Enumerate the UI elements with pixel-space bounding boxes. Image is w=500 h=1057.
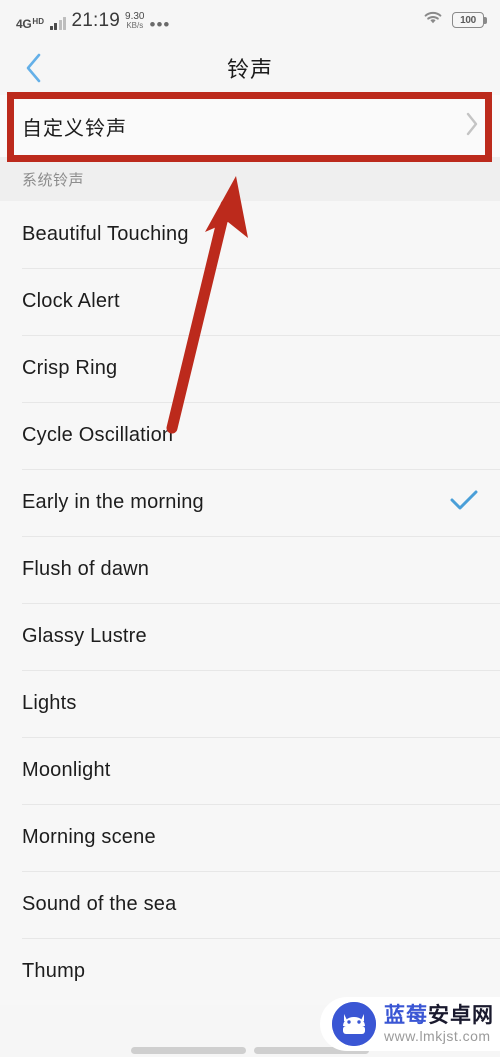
ringtone-row[interactable]: Thump xyxy=(0,938,500,1005)
ringtone-name: Clock Alert xyxy=(22,290,120,312)
ringtone-name: Sound of the sea xyxy=(22,893,177,915)
custom-ringtone-section: 自定义铃声 xyxy=(0,92,500,162)
section-header-label: 系统铃声 xyxy=(22,171,85,189)
status-bar: 4G HD 21:19 9.30 KB/s ••• 100 xyxy=(0,0,500,40)
ringtone-name: Early in the morning xyxy=(22,491,204,513)
ringtone-row[interactable]: Crisp Ring xyxy=(0,335,500,402)
ringtone-row[interactable]: Moonlight xyxy=(0,737,500,804)
ringtone-name: Moonlight xyxy=(22,759,111,781)
status-bar-left: 4G HD 21:19 9.30 KB/s ••• xyxy=(16,9,171,34)
ringtone-name: Thump xyxy=(22,960,86,982)
ringtone-row[interactable]: Early in the morning xyxy=(0,469,500,536)
watermark-site-name-dark: 安卓网 xyxy=(428,1004,494,1027)
network-indicator: 4G HD xyxy=(16,16,44,31)
battery-indicator: 100 xyxy=(452,12,487,28)
ringtone-row[interactable]: Glassy Lustre xyxy=(0,603,500,670)
back-button[interactable] xyxy=(14,49,52,87)
ringtone-row[interactable]: Flush of dawn xyxy=(0,536,500,603)
title-bar: 铃声 xyxy=(0,40,500,95)
ringtone-name: Lights xyxy=(22,692,77,714)
ringtone-row[interactable]: Cycle Oscillation xyxy=(0,402,500,469)
battery-level-label: 100 xyxy=(460,14,476,26)
status-bar-clock: 21:19 xyxy=(71,9,121,31)
status-more-dots-icon: ••• xyxy=(149,14,171,34)
site-watermark: 蓝莓安卓网 www.lmkjst.com xyxy=(320,997,500,1051)
custom-ringtone-row[interactable]: 自定义铃声 xyxy=(0,95,500,157)
custom-ringtone-label: 自定义铃声 xyxy=(22,117,127,140)
ringtone-row[interactable]: Clock Alert xyxy=(0,268,500,335)
checkmark-icon xyxy=(450,489,478,516)
status-bar-right: 100 xyxy=(422,9,487,31)
wifi-icon xyxy=(422,9,444,31)
page-title: 铃声 xyxy=(226,56,273,82)
network-hd-label: HD xyxy=(32,16,44,26)
watermark-text: 蓝莓安卓网 www.lmkjst.com xyxy=(384,1005,494,1043)
network-speed-indicator: 9.30 KB/s xyxy=(125,10,145,30)
watermark-site-name: 蓝莓安卓网 xyxy=(384,1005,494,1026)
network-type-label: 4G xyxy=(16,16,32,31)
ringtone-row[interactable]: Sound of the sea xyxy=(0,871,500,938)
watermark-url: www.lmkjst.com xyxy=(384,1028,491,1044)
watermark-site-name-blue: 蓝莓 xyxy=(384,1004,428,1027)
ringtone-row[interactable]: Lights xyxy=(0,670,500,737)
section-header-system-ringtones: 系统铃声 xyxy=(0,157,500,201)
chevron-right-icon xyxy=(464,110,480,143)
ringtone-row[interactable]: Beautiful Touching xyxy=(0,201,500,268)
network-speed-unit: KB/s xyxy=(126,20,144,30)
ringtone-name: Morning scene xyxy=(22,826,156,848)
ringtone-name: Beautiful Touching xyxy=(22,223,189,245)
network-speed-value: 9.30 xyxy=(125,10,145,22)
phone-screen: 4G HD 21:19 9.30 KB/s ••• 100 铃声 自定义铃声 系… xyxy=(0,0,500,1057)
nav-pill-left[interactable] xyxy=(131,1047,246,1054)
chevron-left-icon xyxy=(23,52,43,84)
ringtone-row[interactable]: Morning scene xyxy=(0,804,500,871)
ringtone-name: Cycle Oscillation xyxy=(22,424,174,446)
ringtone-name: Glassy Lustre xyxy=(22,625,147,647)
ringtone-name: Flush of dawn xyxy=(22,558,150,580)
ringtone-name: Crisp Ring xyxy=(22,357,118,379)
ringtone-list: Beautiful Touching Clock Alert Crisp Ring C… xyxy=(0,201,500,1005)
android-robot-icon xyxy=(332,1002,376,1046)
signal-bars-icon xyxy=(49,16,67,30)
